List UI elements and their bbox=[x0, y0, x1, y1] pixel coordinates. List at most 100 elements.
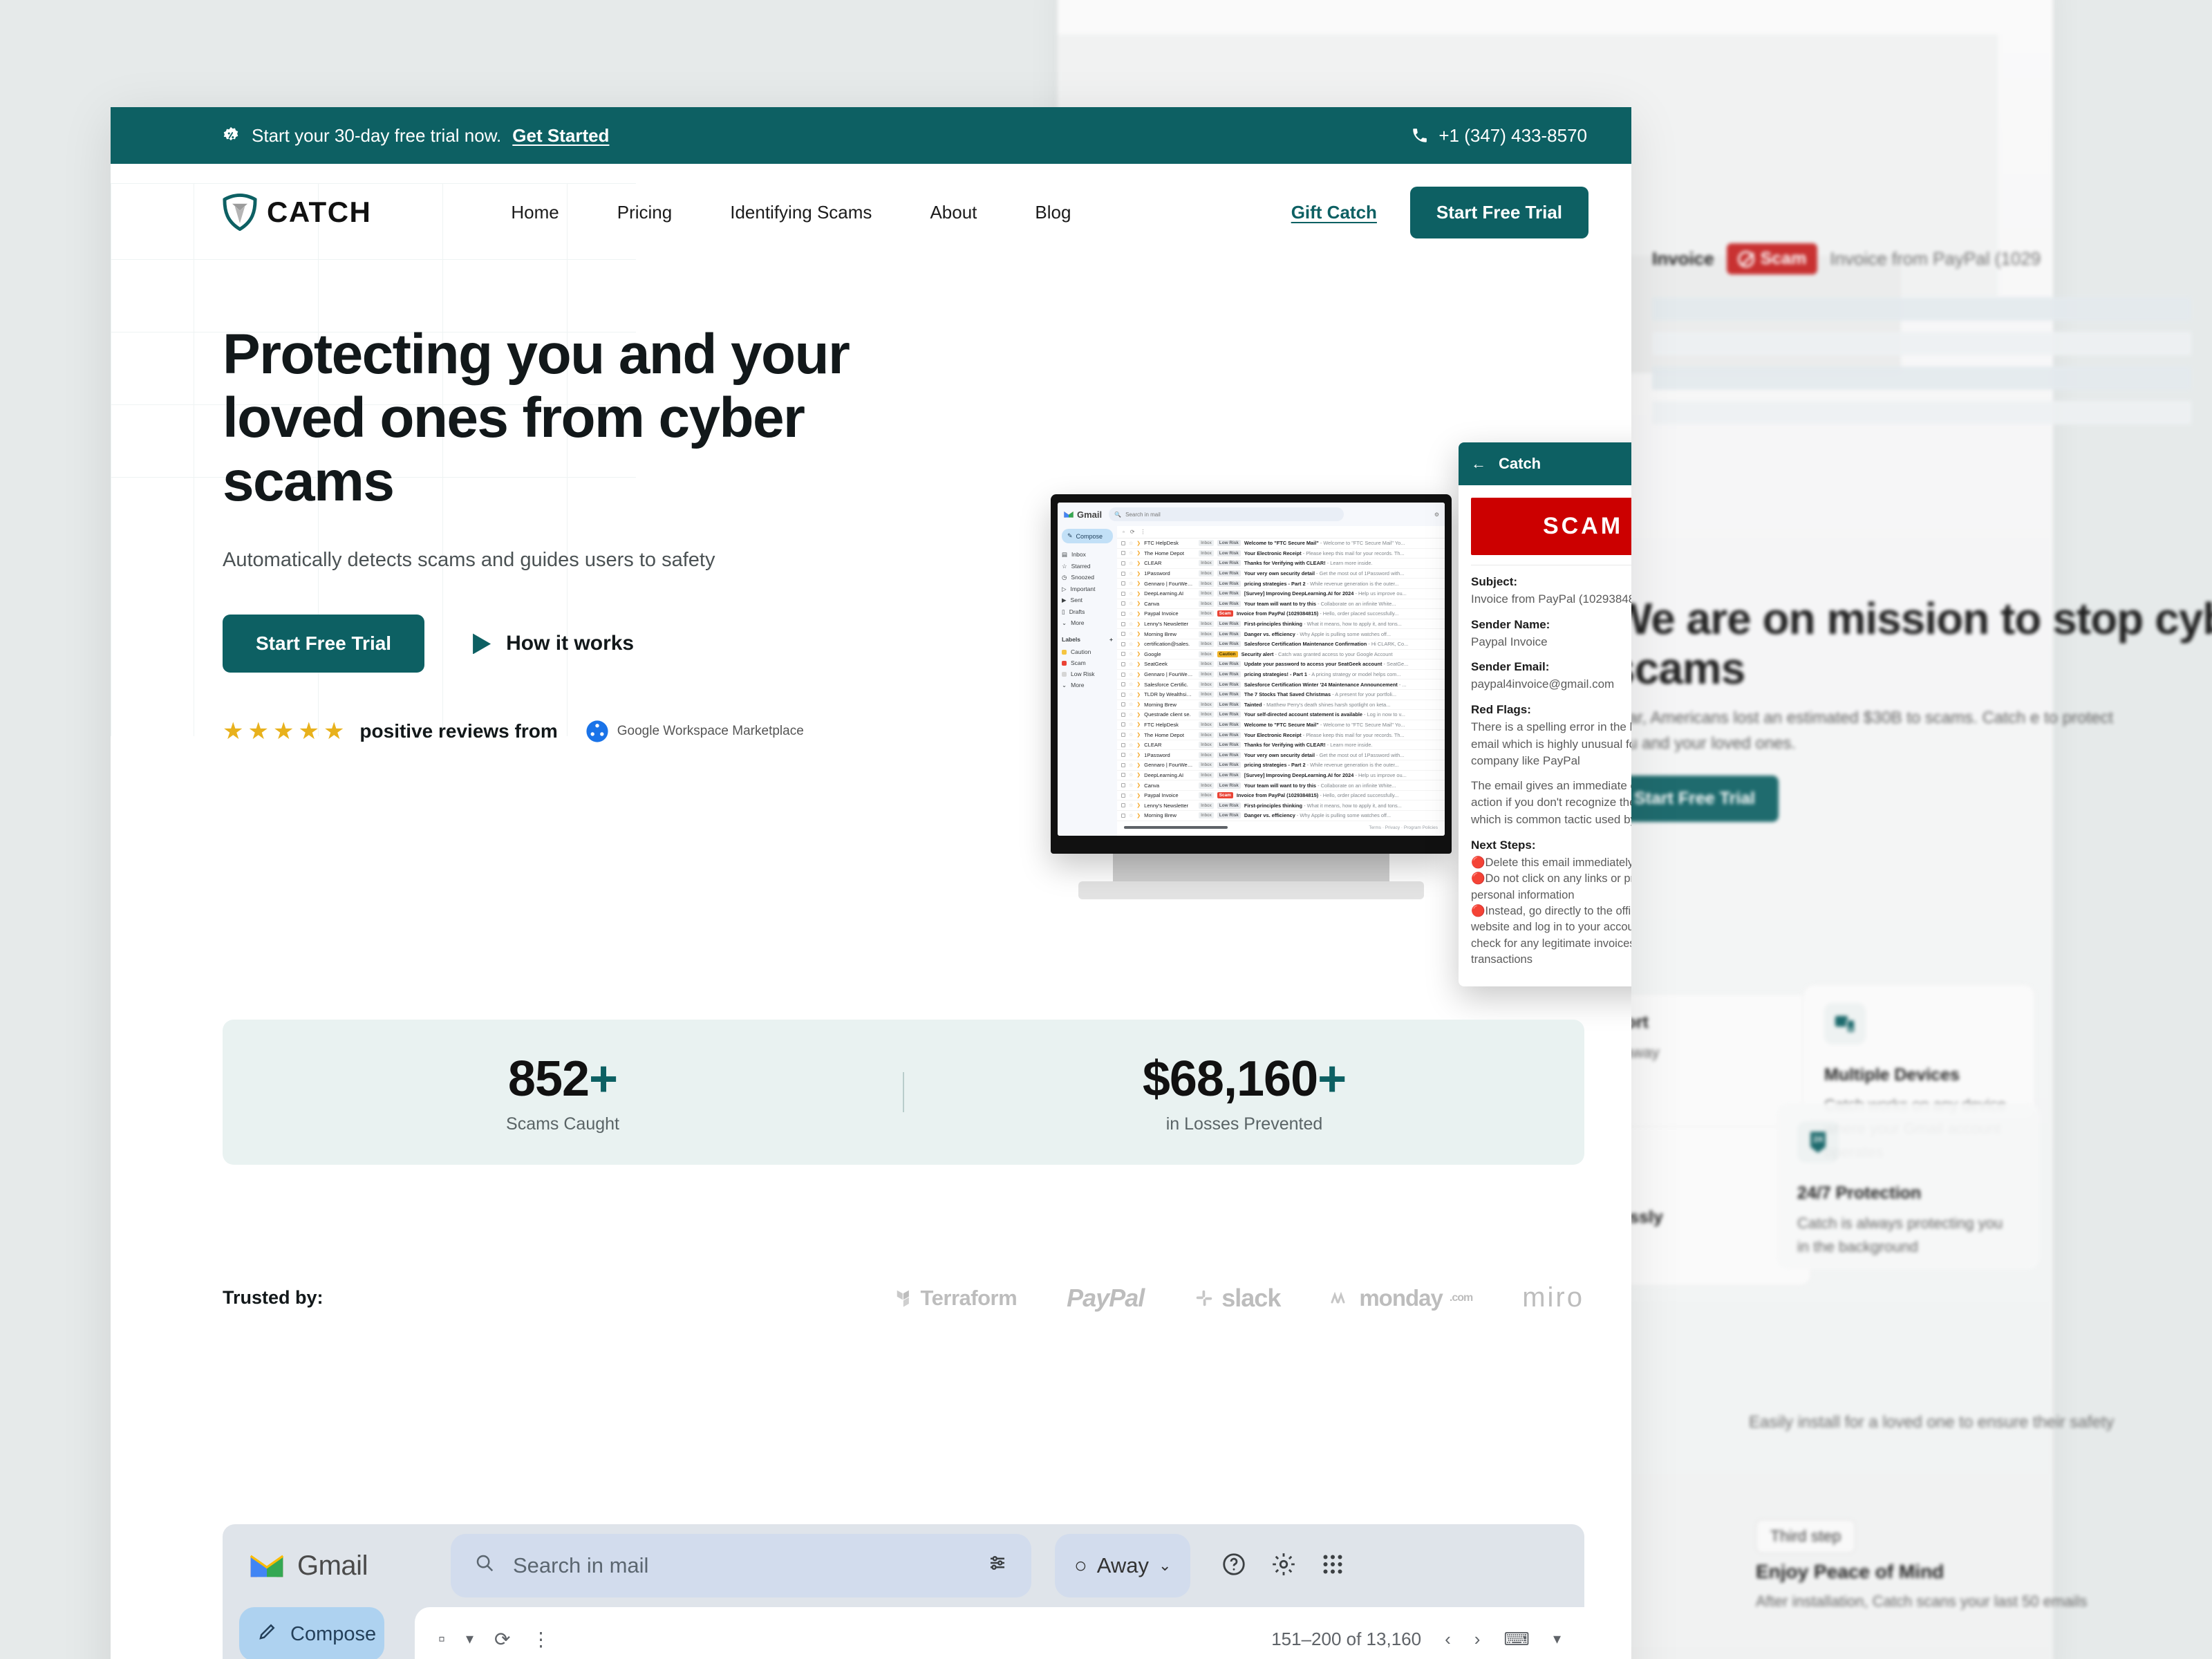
sidebar-item-sent[interactable]: ▶ Sent bbox=[1062, 594, 1113, 606]
important-marker-icon[interactable]: ❯ bbox=[1136, 722, 1141, 727]
important-marker-icon[interactable]: ❯ bbox=[1136, 550, 1141, 556]
status-selector[interactable]: ○ Away ⌄ bbox=[1055, 1534, 1191, 1597]
important-marker-icon[interactable]: ❯ bbox=[1136, 571, 1141, 577]
google-workspace-marketplace[interactable]: Google Workspace Marketplace bbox=[585, 720, 804, 743]
star-outline-icon[interactable]: ☆ bbox=[1129, 772, 1133, 778]
star-outline-icon[interactable]: ☆ bbox=[1129, 702, 1133, 707]
star-outline-icon[interactable]: ☆ bbox=[1129, 631, 1133, 637]
table-row[interactable]: ☆ ❯ certification@sales. Inbox Low Risk Sales… bbox=[1117, 639, 1445, 650]
star-outline-icon[interactable]: ☆ bbox=[1129, 752, 1133, 758]
row-checkbox[interactable] bbox=[1121, 621, 1125, 626]
table-row[interactable]: ☆ ❯ Questrade client se. Inbox Low Risk Your … bbox=[1117, 710, 1445, 720]
table-row[interactable]: ☆ ❯ 1Password Inbox Low Risk Your very own se… bbox=[1117, 569, 1445, 579]
nav-start-free-trial-button[interactable]: Start Free Trial bbox=[1409, 186, 1588, 238]
add-label-icon[interactable]: + bbox=[1109, 636, 1113, 643]
gear-icon[interactable] bbox=[1271, 1551, 1297, 1581]
chevron-right-icon[interactable]: › bbox=[1474, 1629, 1481, 1650]
important-marker-icon[interactable]: ❯ bbox=[1136, 621, 1141, 627]
row-checkbox[interactable] bbox=[1121, 712, 1125, 717]
important-marker-icon[interactable]: ❯ bbox=[1136, 651, 1141, 657]
table-row[interactable]: ☆ ❯ FTC HelpDesk Inbox Low Risk Welcome to "F… bbox=[1117, 538, 1445, 549]
star-outline-icon[interactable]: ☆ bbox=[1129, 682, 1133, 687]
table-row[interactable]: ☆ ❯ Lenny's Newsletter Inbox Low Risk First-p… bbox=[1117, 800, 1445, 812]
table-row[interactable]: ☆ ❯ Lenny's Newsletter Inbox Low Risk First-p… bbox=[1117, 619, 1445, 630]
table-row[interactable]: ☆ ❯ Gennaro | FourWeekM. Inbox Low Risk prici… bbox=[1117, 579, 1445, 589]
sidebar-item-drafts[interactable]: ▯ Drafts bbox=[1062, 606, 1113, 618]
select-all-checkbox[interactable]: ▫ bbox=[1123, 529, 1125, 535]
star-outline-icon[interactable]: ☆ bbox=[1129, 793, 1133, 798]
tune-icon[interactable] bbox=[987, 1553, 1008, 1579]
row-checkbox[interactable] bbox=[1121, 803, 1125, 808]
table-row[interactable]: ☆ ❯ DeepLearning.AI Inbox Low Risk [Survey] I… bbox=[1117, 589, 1445, 599]
table-row[interactable]: ☆ ❯ Canva Inbox Low Risk Your team will want … bbox=[1117, 780, 1445, 791]
table-row[interactable]: ☆ ❯ CLEAR Inbox Low Risk Thanks for Verifying… bbox=[1117, 740, 1445, 751]
help-icon[interactable] bbox=[1221, 1551, 1247, 1581]
nav-link-identifying-scams[interactable]: Identifying Scams bbox=[701, 202, 901, 223]
table-row[interactable]: ☆ ❯ Morning Brew Inbox Low Risk Tainted - Mat… bbox=[1117, 700, 1445, 711]
star-outline-icon[interactable]: ☆ bbox=[1129, 803, 1133, 808]
star-outline-icon[interactable]: ☆ bbox=[1129, 662, 1133, 667]
row-checkbox[interactable] bbox=[1121, 783, 1125, 788]
row-checkbox[interactable] bbox=[1121, 561, 1125, 565]
row-checkbox[interactable] bbox=[1121, 672, 1125, 677]
star-outline-icon[interactable]: ☆ bbox=[1129, 541, 1133, 546]
keyboard-icon[interactable]: ⌨ bbox=[1503, 1629, 1530, 1650]
table-row[interactable]: ☆ ❯ Gennaro | FourWeekM. Inbox Low Risk prici… bbox=[1117, 760, 1445, 771]
chevron-left-icon[interactable]: ‹ bbox=[1445, 1629, 1451, 1650]
get-started-link[interactable]: Get Started bbox=[512, 125, 609, 147]
row-checkbox[interactable] bbox=[1121, 753, 1125, 758]
row-checkbox[interactable] bbox=[1121, 662, 1125, 666]
search-input[interactable]: Search in mail bbox=[451, 1534, 1031, 1597]
nav-link-blog[interactable]: Blog bbox=[1006, 202, 1100, 223]
row-checkbox[interactable] bbox=[1121, 762, 1125, 767]
nav-link-pricing[interactable]: Pricing bbox=[588, 202, 701, 223]
table-row[interactable]: ☆ ❯ TLDR by Wealthsimple Inbox Low Risk The 7… bbox=[1117, 690, 1445, 700]
apps-grid-icon[interactable] bbox=[1320, 1552, 1345, 1580]
star-outline-icon[interactable]: ☆ bbox=[1129, 550, 1133, 556]
star-outline-icon[interactable]: ☆ bbox=[1129, 732, 1133, 738]
brand-logo[interactable]: CATCH bbox=[223, 194, 371, 231]
star-outline-icon[interactable]: ☆ bbox=[1129, 621, 1133, 627]
table-row[interactable]: ☆ ❯ Morning Brew Inbox Low Risk Danger vs. ef… bbox=[1117, 811, 1445, 821]
row-checkbox[interactable] bbox=[1121, 733, 1125, 738]
important-marker-icon[interactable]: ❯ bbox=[1136, 782, 1141, 788]
important-marker-icon[interactable]: ❯ bbox=[1136, 702, 1141, 707]
sidebar-item-more[interactable]: ⌄ More bbox=[1062, 617, 1113, 629]
important-marker-icon[interactable]: ❯ bbox=[1136, 672, 1141, 677]
row-checkbox[interactable] bbox=[1121, 571, 1125, 576]
gift-catch-link[interactable]: Gift Catch bbox=[1291, 202, 1377, 223]
label-item-scam[interactable]: Scam bbox=[1062, 657, 1113, 668]
table-row[interactable]: ☆ ❯ FTC HelpDesk Inbox Low Risk Welcome to "F… bbox=[1117, 720, 1445, 731]
nav-link-about[interactable]: About bbox=[901, 202, 1006, 223]
refresh-icon[interactable]: ⟳ bbox=[494, 1628, 510, 1651]
row-checkbox[interactable] bbox=[1121, 641, 1125, 646]
important-marker-icon[interactable]: ❯ bbox=[1136, 752, 1141, 758]
important-marker-icon[interactable]: ❯ bbox=[1136, 742, 1141, 748]
sidebar-item-important[interactable]: ▷ Important bbox=[1062, 583, 1113, 595]
star-outline-icon[interactable]: ☆ bbox=[1129, 692, 1133, 697]
arrow-left-icon[interactable]: ← bbox=[1471, 455, 1486, 473]
row-checkbox[interactable] bbox=[1121, 652, 1125, 657]
row-checkbox[interactable] bbox=[1121, 632, 1125, 637]
background-start-free-trial-button[interactable]: Start Free Trial bbox=[1611, 776, 1779, 822]
select-all-checkbox[interactable]: ▫ bbox=[438, 1628, 445, 1650]
important-marker-icon[interactable]: ❯ bbox=[1136, 581, 1141, 586]
row-checkbox[interactable] bbox=[1121, 611, 1125, 616]
star-outline-icon[interactable]: ☆ bbox=[1129, 561, 1133, 566]
how-it-works-button[interactable]: How it works bbox=[473, 632, 634, 655]
row-checkbox[interactable] bbox=[1121, 581, 1125, 586]
important-marker-icon[interactable]: ❯ bbox=[1136, 712, 1141, 718]
row-checkbox[interactable] bbox=[1121, 722, 1125, 727]
star-outline-icon[interactable]: ☆ bbox=[1129, 742, 1133, 748]
important-marker-icon[interactable]: ❯ bbox=[1136, 813, 1141, 818]
star-outline-icon[interactable]: ☆ bbox=[1129, 591, 1133, 597]
important-marker-icon[interactable]: ❯ bbox=[1136, 793, 1141, 798]
important-marker-icon[interactable]: ❯ bbox=[1136, 591, 1141, 597]
star-outline-icon[interactable]: ☆ bbox=[1129, 782, 1133, 788]
table-row[interactable]: ☆ ❯ CLEAR Inbox Low Risk Thanks for Verifying… bbox=[1117, 559, 1445, 569]
table-row[interactable]: ☆ ❯ The Home Depot Inbox Low Risk Your Electr… bbox=[1117, 549, 1445, 559]
table-row[interactable]: ☆ ❯ Paypal Invoice Inbox Scam Invoice from Pa… bbox=[1117, 791, 1445, 801]
star-outline-icon[interactable]: ☆ bbox=[1129, 672, 1133, 677]
refresh-icon[interactable]: ⟳ bbox=[1130, 529, 1135, 535]
star-outline-icon[interactable]: ☆ bbox=[1129, 601, 1133, 606]
